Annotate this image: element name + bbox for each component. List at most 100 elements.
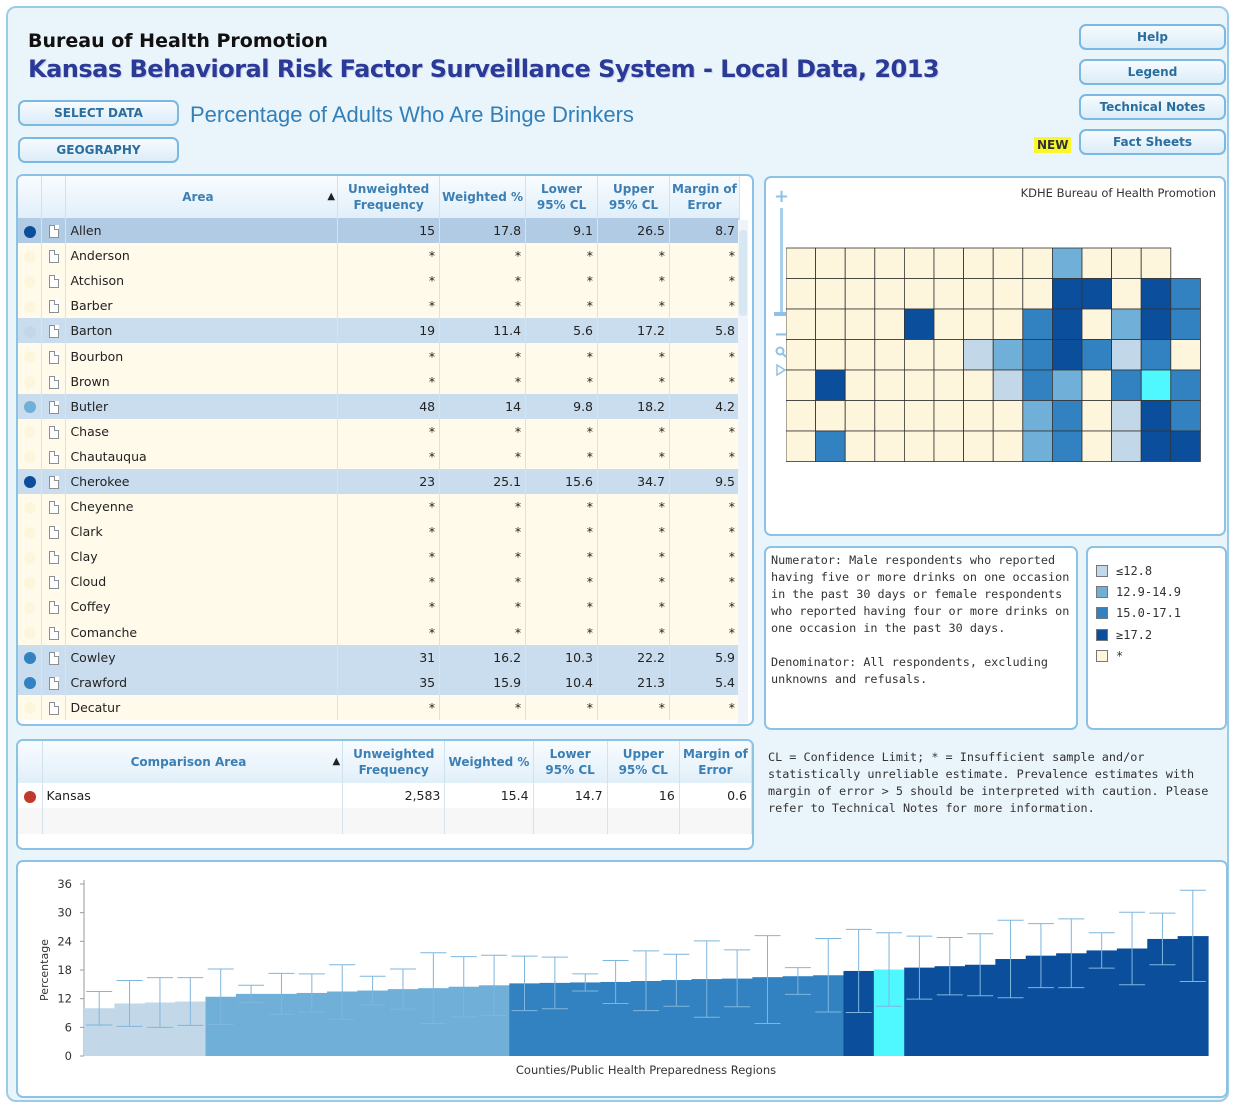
zoom-slider-track[interactable] [780, 208, 783, 312]
county-shape[interactable] [1081, 278, 1113, 310]
county-shape[interactable] [963, 247, 994, 279]
fact-sheet-icon[interactable] [48, 450, 59, 464]
county-shape[interactable] [844, 430, 876, 462]
county-shape[interactable] [815, 400, 846, 432]
select-data-button[interactable]: SELECT DATA [18, 100, 179, 126]
col-upper[interactable]: Upper 95% CL [597, 176, 670, 218]
county-shape[interactable] [815, 369, 846, 401]
county-shape[interactable] [963, 308, 994, 340]
table-scrollbar[interactable] [738, 220, 748, 723]
table-row[interactable]: Barton 19 11.4 5.6 17.2 5.8 [18, 318, 741, 344]
county-shape[interactable] [786, 339, 817, 371]
map-panel[interactable]: KDHE Bureau of Health Promotion + − [764, 176, 1226, 536]
county-shape[interactable] [992, 400, 1024, 432]
county-shape[interactable] [874, 369, 905, 401]
geography-button[interactable]: GEOGRAPHY [18, 137, 179, 163]
county-shape[interactable] [1140, 308, 1172, 340]
chart-bar[interactable] [235, 993, 267, 1056]
county-shape[interactable] [1051, 369, 1083, 401]
county-shape[interactable] [844, 308, 876, 340]
county-shape[interactable] [1140, 247, 1172, 279]
legend-button[interactable]: Legend [1079, 59, 1226, 85]
col-weighted[interactable]: Weighted % [444, 741, 534, 783]
county-shape[interactable] [933, 247, 965, 279]
table-row[interactable]: Crawford 35 15.9 10.4 21.3 5.4 [18, 669, 741, 695]
county-shape[interactable] [904, 247, 935, 279]
county-shape[interactable] [1022, 430, 1053, 462]
county-shape[interactable] [874, 278, 905, 310]
county-shape[interactable] [786, 430, 817, 462]
fact-sheet-icon[interactable] [48, 400, 59, 414]
county-shape[interactable] [992, 430, 1024, 462]
county-shape[interactable] [1051, 430, 1083, 462]
county-shape[interactable] [933, 430, 965, 462]
county-shape[interactable] [963, 369, 994, 401]
county-shape[interactable] [963, 278, 994, 310]
col-unweighted[interactable]: Unweighted Frequency [342, 741, 446, 783]
county-shape[interactable] [992, 339, 1024, 371]
county-shape[interactable] [1022, 339, 1053, 371]
table-row[interactable]: Cheyenne * * * * * [18, 494, 741, 520]
fact-sheet-icon[interactable] [48, 350, 59, 364]
county-shape[interactable] [904, 430, 935, 462]
county-shape[interactable] [992, 369, 1024, 401]
county-shape[interactable] [844, 247, 876, 279]
col-moe[interactable]: Margin of Error [669, 176, 741, 218]
fact-sheet-icon[interactable] [48, 325, 59, 339]
table-row[interactable]: Chase * * * * * [18, 418, 741, 444]
table-row[interactable]: Chautauqua * * * * * [18, 443, 741, 469]
col-upper[interactable]: Upper 95% CL [607, 741, 680, 783]
county-shape[interactable] [933, 400, 965, 432]
county-shape[interactable] [992, 247, 1024, 279]
county-shape[interactable] [963, 430, 994, 462]
fact-sheet-icon[interactable] [48, 701, 59, 715]
county-shape[interactable] [815, 278, 846, 310]
help-button[interactable]: Help [1079, 24, 1226, 50]
county-shape[interactable] [963, 339, 994, 371]
county-shape[interactable] [933, 278, 965, 310]
col-moe[interactable]: Margin of Error [679, 741, 752, 783]
fact-sheet-icon[interactable] [48, 526, 59, 540]
county-shape[interactable] [1140, 369, 1172, 401]
county-shape[interactable] [904, 308, 935, 340]
table-row[interactable]: Cherokee 23 25.1 15.6 34.7 9.5 [18, 468, 741, 495]
fact-sheet-icon[interactable] [48, 501, 59, 515]
county-shape[interactable] [844, 400, 876, 432]
county-shape[interactable] [786, 247, 817, 279]
table-row[interactable]: Clark * * * * * [18, 519, 741, 545]
county-shape[interactable] [904, 400, 935, 432]
county-shape[interactable] [1051, 400, 1083, 432]
county-shape[interactable] [904, 369, 935, 401]
county-shape[interactable] [1140, 430, 1172, 462]
county-shape[interactable] [904, 339, 935, 371]
col-comparison-area[interactable]: Comparison Area ▲ [42, 741, 344, 783]
table-row[interactable]: Barber * * * * * [18, 293, 741, 319]
table-row[interactable]: Coffey * * * * * [18, 594, 741, 620]
county-shape[interactable] [1170, 400, 1201, 432]
county-shape[interactable] [874, 339, 905, 371]
fact-sheets-button[interactable]: Fact Sheets [1079, 129, 1226, 155]
col-unweighted[interactable]: Unweighted Frequency [337, 176, 441, 218]
county-shape[interactable] [1081, 400, 1113, 432]
county-shape[interactable] [1111, 278, 1142, 310]
table-row[interactable]: Clay * * * * * [18, 544, 741, 570]
table-row[interactable]: Cloud * * * * * [18, 569, 741, 595]
county-shape[interactable] [815, 308, 846, 340]
fact-sheet-icon[interactable] [48, 475, 59, 489]
county-shape[interactable] [786, 278, 817, 310]
county-shape[interactable] [1081, 369, 1113, 401]
county-shape[interactable] [1170, 430, 1201, 462]
county-shape[interactable] [1022, 400, 1053, 432]
county-shape[interactable] [1022, 247, 1053, 279]
county-shape[interactable] [1081, 339, 1113, 371]
county-shape[interactable] [844, 339, 876, 371]
fact-sheet-icon[interactable] [48, 425, 59, 439]
zoom-in-icon[interactable]: + [774, 186, 789, 207]
county-shape[interactable] [933, 369, 965, 401]
county-shape[interactable] [904, 278, 935, 310]
county-shape[interactable] [1051, 308, 1083, 340]
county-shape[interactable] [786, 308, 817, 340]
county-shape[interactable] [1140, 278, 1172, 310]
fact-sheet-icon[interactable] [48, 250, 59, 264]
county-shape[interactable] [786, 400, 817, 432]
